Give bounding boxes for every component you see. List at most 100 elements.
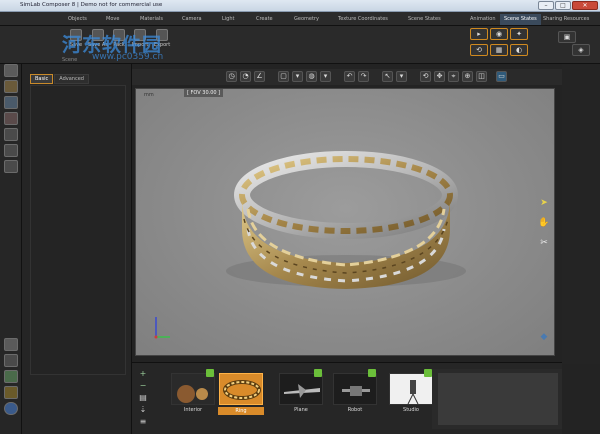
tab-create[interactable]: Create — [252, 14, 277, 25]
environment-label: Robot — [347, 407, 363, 413]
perspective-icon[interactable]: ◫ — [476, 71, 487, 82]
tab-move[interactable]: Move — [102, 14, 123, 25]
tray-tools: + − ▤ ⇣ ≡ — [138, 369, 152, 429]
add-environment-icon[interactable]: + — [138, 369, 148, 379]
tray-scroll-area — [432, 369, 562, 429]
window-controls: – □ ✕ — [538, 1, 598, 10]
environment-studio[interactable]: Studio — [388, 369, 434, 413]
pointer-icon[interactable]: ➤ — [538, 197, 550, 209]
select-mode-icon[interactable]: ▾ — [396, 71, 407, 82]
shading-icon[interactable]: ▾ — [292, 71, 303, 82]
left-tool-strip — [0, 64, 22, 434]
statistics-icon[interactable] — [4, 370, 18, 383]
properties-body — [30, 85, 126, 375]
help-icon[interactable] — [4, 402, 18, 415]
settings-icon[interactable] — [4, 338, 18, 351]
environment-interior[interactable]: Interior — [170, 369, 216, 413]
library-icon[interactable]: ▤ — [138, 393, 148, 403]
view-state-button[interactable]: ◉ — [490, 28, 508, 40]
remove-environment-icon[interactable]: − — [138, 381, 148, 391]
environment-ring[interactable]: Ring — [218, 373, 264, 415]
scene-state-tools-row2: ⟲ ▦ ◐ — [470, 44, 528, 56]
download-badge-icon[interactable] — [206, 369, 214, 377]
tab-objects[interactable]: Objects — [64, 14, 91, 25]
pan-icon[interactable]: ✥ — [434, 71, 445, 82]
download-badge-icon[interactable] — [368, 369, 376, 377]
main-tab-bar: Objects Move Materials Camera Light Crea… — [0, 12, 600, 26]
tab-camera[interactable]: Camera — [178, 14, 206, 25]
display-options-icon[interactable]: ▾ — [320, 71, 331, 82]
title-bar: SimLab Composer 8 | Demo not for commerc… — [0, 0, 600, 12]
animation-library-icon[interactable] — [4, 128, 18, 141]
panel-tabs: Basic Advanced — [30, 74, 89, 84]
pin-icon[interactable] — [4, 386, 18, 399]
snap-icon[interactable]: ◔ — [240, 71, 251, 82]
render-icon[interactable] — [4, 96, 18, 109]
tab-sharing-resources[interactable]: Sharing Resources — [539, 14, 593, 25]
grid-view-icon[interactable] — [4, 354, 18, 367]
environment-label: Ring — [218, 407, 264, 415]
undo-icon[interactable]: ↶ — [344, 71, 355, 82]
close-button[interactable]: ✕ — [572, 1, 598, 10]
minimize-button[interactable]: – — [538, 1, 554, 10]
orbit-icon[interactable]: ⟲ — [420, 71, 431, 82]
scene-states-panel — [562, 64, 600, 364]
tab-animation[interactable]: Animation — [466, 14, 500, 25]
scene-tree-icon[interactable] — [4, 64, 18, 77]
materials-library-icon[interactable] — [4, 80, 18, 93]
scene-state-capture-icon[interactable]: ◈ — [572, 44, 590, 56]
environment-plane[interactable]: Plane — [278, 369, 324, 413]
navigation-cube-icon[interactable]: ◆ — [538, 331, 550, 343]
zoom-icon[interactable]: ⊕ — [462, 71, 473, 82]
measure-icon[interactable]: ∠ — [254, 71, 265, 82]
scene-state-add-icon[interactable]: ▣ — [558, 31, 576, 43]
scene-state-tools-row1: ▸ ◉ ✦ — [470, 28, 528, 40]
environment-robot[interactable]: Robot — [332, 369, 378, 413]
environment-library-icon[interactable] — [4, 160, 18, 173]
tab-basic[interactable]: Basic — [30, 74, 54, 84]
download-icon[interactable]: ⇣ — [138, 405, 148, 415]
3d-viewport[interactable]: mm [ FOV 30.00 ] ➤ ✋ ✂ ◆ — [135, 88, 555, 356]
viewport-toolbar: ◷ ◔ ∠ ▢ ▾ ◍ ▾ ↶ ↷ ↖ ▾ ⟲ ✥ ⌖ ⊕ ◫ ▭ — [132, 69, 562, 85]
tab-scene-states-left[interactable]: Scene States — [404, 14, 445, 25]
environment-label: Interior — [183, 407, 203, 413]
tab-light[interactable]: Light — [218, 14, 238, 25]
maximize-button[interactable]: □ — [555, 1, 571, 10]
environment-thumbnail — [219, 373, 263, 405]
properties-panel: Basic Advanced — [22, 64, 132, 434]
camera-library-icon[interactable] — [4, 144, 18, 157]
transform-state-button[interactable]: ⟲ — [470, 44, 488, 56]
select-icon[interactable]: ↖ — [382, 71, 393, 82]
environment-label: Plane — [294, 407, 308, 413]
environment-tray: + − ▤ ⇣ ≡ Interior Ring Plane Robot Stud… — [132, 362, 562, 434]
menu-icon[interactable]: ≡ — [138, 417, 148, 427]
render-mode-icon[interactable]: ◍ — [306, 71, 317, 82]
light-state-button[interactable]: ✦ — [510, 28, 528, 40]
tab-scene-states[interactable]: Scene States — [500, 14, 541, 25]
tab-materials[interactable]: Materials — [136, 14, 167, 25]
tab-geometry[interactable]: Geometry — [290, 14, 323, 25]
tab-advanced[interactable]: Advanced — [54, 74, 89, 84]
environment-thumbnail — [389, 373, 433, 405]
environment-thumbnail — [279, 373, 323, 405]
fit-view-icon[interactable]: ⌖ — [448, 71, 459, 82]
braided-ring-model[interactable] — [136, 89, 555, 356]
download-badge-icon[interactable] — [424, 369, 432, 377]
camera-state-button[interactable]: ▸ — [470, 28, 488, 40]
cube-icon[interactable]: ▢ — [278, 71, 289, 82]
environment-thumbnail — [171, 373, 215, 405]
tab-texture-coordinates[interactable]: Texture Coordinates — [334, 14, 392, 25]
environment-label: Studio — [403, 407, 419, 413]
hand-icon[interactable]: ✋ — [538, 217, 550, 229]
app-window: SimLab Composer 8 | Demo not for commerc… — [0, 0, 600, 434]
material-state-button[interactable]: ▦ — [490, 44, 508, 56]
clock-icon[interactable]: ◷ — [226, 71, 237, 82]
watermark-url: www.pc0359.cn — [92, 52, 164, 62]
lights-library-icon[interactable] — [4, 112, 18, 125]
environment-thumbnail — [333, 373, 377, 405]
visibility-state-button[interactable]: ◐ — [510, 44, 528, 56]
monitor-icon[interactable]: ▭ — [496, 71, 507, 82]
download-badge-icon[interactable] — [314, 369, 322, 377]
tools-icon[interactable]: ✂ — [538, 237, 550, 249]
redo-icon[interactable]: ↷ — [358, 71, 369, 82]
